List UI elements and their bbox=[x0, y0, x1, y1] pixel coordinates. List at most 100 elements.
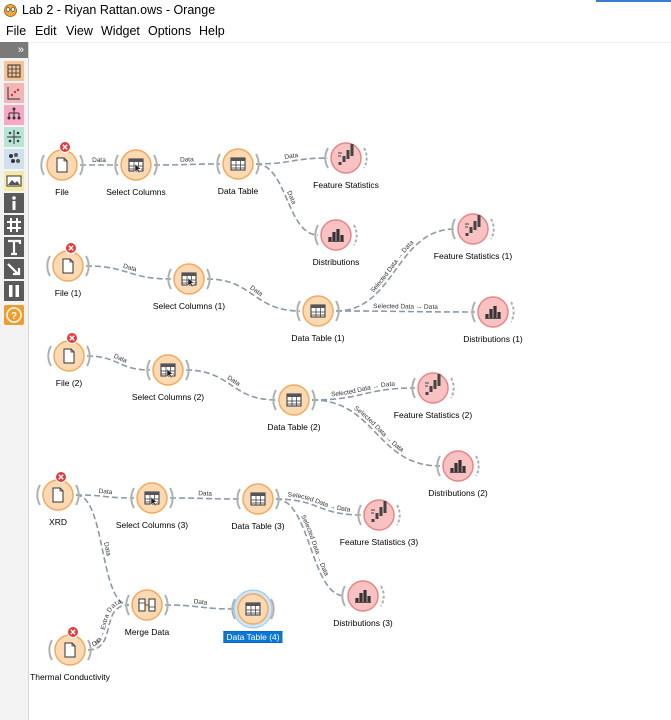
input-channel-arc[interactable] bbox=[436, 455, 441, 477]
widget-label[interactable]: Select Columns (1) bbox=[153, 301, 225, 311]
category-data-icon[interactable] bbox=[0, 60, 28, 82]
input-channel-arc[interactable] bbox=[296, 300, 301, 322]
widget-file3[interactable] bbox=[47, 332, 91, 372]
widget-dist2[interactable] bbox=[471, 296, 515, 328]
widget-thermal[interactable] bbox=[48, 626, 92, 666]
arrow-annotation-icon[interactable] bbox=[0, 258, 28, 280]
output-channel-arc[interactable] bbox=[169, 487, 174, 509]
widget-label[interactable]: File bbox=[55, 187, 69, 197]
widget-dt3[interactable] bbox=[272, 384, 316, 416]
output-channel-arc[interactable] bbox=[396, 504, 401, 526]
category-image-analytics-icon[interactable] bbox=[0, 170, 28, 192]
widget-dt5[interactable] bbox=[231, 589, 275, 629]
output-channel-arc[interactable] bbox=[490, 218, 495, 240]
category-evaluate-icon[interactable] bbox=[0, 126, 28, 148]
input-channel-arc[interactable] bbox=[46, 255, 51, 277]
menu-file[interactable]: File bbox=[6, 24, 26, 38]
input-channel-arc[interactable] bbox=[114, 154, 119, 176]
input-channel-arc[interactable] bbox=[341, 585, 346, 607]
window-controls[interactable] bbox=[596, 0, 671, 2]
hash-icon[interactable] bbox=[0, 214, 28, 236]
input-channel-arc[interactable] bbox=[357, 504, 362, 526]
widget-file1[interactable] bbox=[40, 141, 84, 181]
input-channel-arc[interactable] bbox=[451, 218, 456, 240]
widget-file2[interactable] bbox=[46, 242, 90, 282]
output-channel-arc[interactable] bbox=[86, 345, 91, 367]
output-channel-arc[interactable] bbox=[475, 455, 480, 477]
input-channel-arc[interactable] bbox=[130, 487, 135, 509]
output-channel-arc[interactable] bbox=[79, 154, 84, 176]
widget-label[interactable]: File (2) bbox=[56, 378, 82, 388]
widget-label[interactable]: Distributions (1) bbox=[463, 334, 523, 344]
widget-label[interactable]: Distributions bbox=[313, 257, 360, 267]
input-channel-arc[interactable] bbox=[272, 389, 277, 411]
widget-merge[interactable] bbox=[125, 589, 169, 621]
output-channel-arc[interactable] bbox=[311, 389, 316, 411]
workflow-canvas[interactable]: Data Data Data Data Data Data Selected Data → … bbox=[29, 43, 671, 720]
output-channel-arc[interactable] bbox=[164, 594, 169, 616]
output-channel-arc[interactable] bbox=[153, 154, 158, 176]
input-channel-arc[interactable] bbox=[47, 345, 52, 367]
output-channel-arc[interactable] bbox=[75, 484, 80, 506]
widget-label[interactable]: Select Columns (3) bbox=[116, 520, 188, 530]
input-channel-arc[interactable] bbox=[36, 484, 41, 506]
input-channel-arc[interactable] bbox=[216, 153, 221, 175]
output-channel-arc[interactable] bbox=[353, 224, 358, 246]
input-channel-arc[interactable] bbox=[40, 154, 45, 176]
widget-dist3[interactable] bbox=[436, 450, 480, 482]
widget-label[interactable]: Feature Statistics (2) bbox=[394, 410, 472, 420]
widget-selcol4[interactable] bbox=[130, 482, 174, 514]
widget-dist1[interactable] bbox=[314, 219, 358, 251]
input-channel-arc[interactable] bbox=[146, 359, 151, 381]
widget-label[interactable]: Distributions (3) bbox=[333, 618, 393, 628]
menu-help[interactable]: Help bbox=[199, 24, 225, 38]
output-channel-arc[interactable] bbox=[85, 255, 90, 277]
widget-selcol2[interactable] bbox=[167, 263, 211, 295]
widget-dt4[interactable] bbox=[236, 483, 280, 515]
widget-fs4[interactable] bbox=[357, 499, 401, 531]
widget-label[interactable]: Feature Statistics (1) bbox=[434, 251, 512, 261]
widget-label[interactable]: File (1) bbox=[55, 288, 81, 298]
output-channel-arc[interactable] bbox=[335, 300, 340, 322]
widget-label[interactable]: Data Table (2) bbox=[267, 422, 320, 432]
input-channel-arc[interactable] bbox=[314, 224, 319, 246]
widget-fs2[interactable] bbox=[451, 213, 495, 245]
info-icon[interactable] bbox=[0, 192, 28, 214]
output-channel-arc[interactable] bbox=[255, 153, 260, 175]
widget-fs3[interactable] bbox=[411, 372, 455, 404]
widget-label[interactable]: Thermal Conductivity bbox=[30, 672, 110, 682]
output-channel-arc[interactable] bbox=[363, 147, 368, 169]
widget-dt2[interactable] bbox=[296, 295, 340, 327]
widget-label[interactable]: Select Columns bbox=[106, 187, 166, 197]
pause-icon[interactable] bbox=[0, 280, 28, 302]
category-visualize-icon[interactable] bbox=[0, 82, 28, 104]
widget-label[interactable]: Data Table (4) bbox=[223, 631, 283, 643]
input-channel-arc[interactable] bbox=[167, 268, 172, 290]
output-channel-arc[interactable] bbox=[206, 268, 211, 290]
widget-label[interactable]: Data Table (1) bbox=[291, 333, 344, 343]
widget-label[interactable]: Distributions (2) bbox=[428, 488, 488, 498]
help-icon[interactable]: ? bbox=[0, 304, 28, 326]
widget-dt1[interactable] bbox=[216, 148, 260, 180]
output-channel-arc[interactable] bbox=[450, 377, 455, 399]
output-channel-arc[interactable] bbox=[185, 359, 190, 381]
widget-label[interactable]: Feature Statistics bbox=[313, 180, 379, 190]
widget-label[interactable]: Data Table (3) bbox=[231, 521, 284, 531]
output-channel-arc[interactable] bbox=[510, 301, 515, 323]
widget-selcol3[interactable] bbox=[146, 354, 190, 386]
menu-view[interactable]: View bbox=[66, 24, 93, 38]
menu-widget[interactable]: Widget bbox=[101, 24, 140, 38]
text-annotation-icon[interactable] bbox=[0, 236, 28, 258]
menu-edit[interactable]: Edit bbox=[35, 24, 57, 38]
widget-label[interactable]: Select Columns (2) bbox=[132, 392, 204, 402]
input-channel-arc[interactable] bbox=[471, 301, 476, 323]
input-channel-arc[interactable] bbox=[236, 488, 241, 510]
widget-label[interactable]: Feature Statistics (3) bbox=[340, 537, 418, 547]
output-channel-arc[interactable] bbox=[87, 639, 92, 661]
output-channel-arc[interactable] bbox=[275, 488, 280, 510]
widget-label[interactable]: Merge Data bbox=[125, 627, 169, 637]
widget-selcol1[interactable] bbox=[114, 149, 158, 181]
input-channel-arc[interactable] bbox=[125, 594, 130, 616]
widget-xrd[interactable] bbox=[36, 471, 80, 511]
widget-label[interactable]: XRD bbox=[49, 517, 67, 527]
